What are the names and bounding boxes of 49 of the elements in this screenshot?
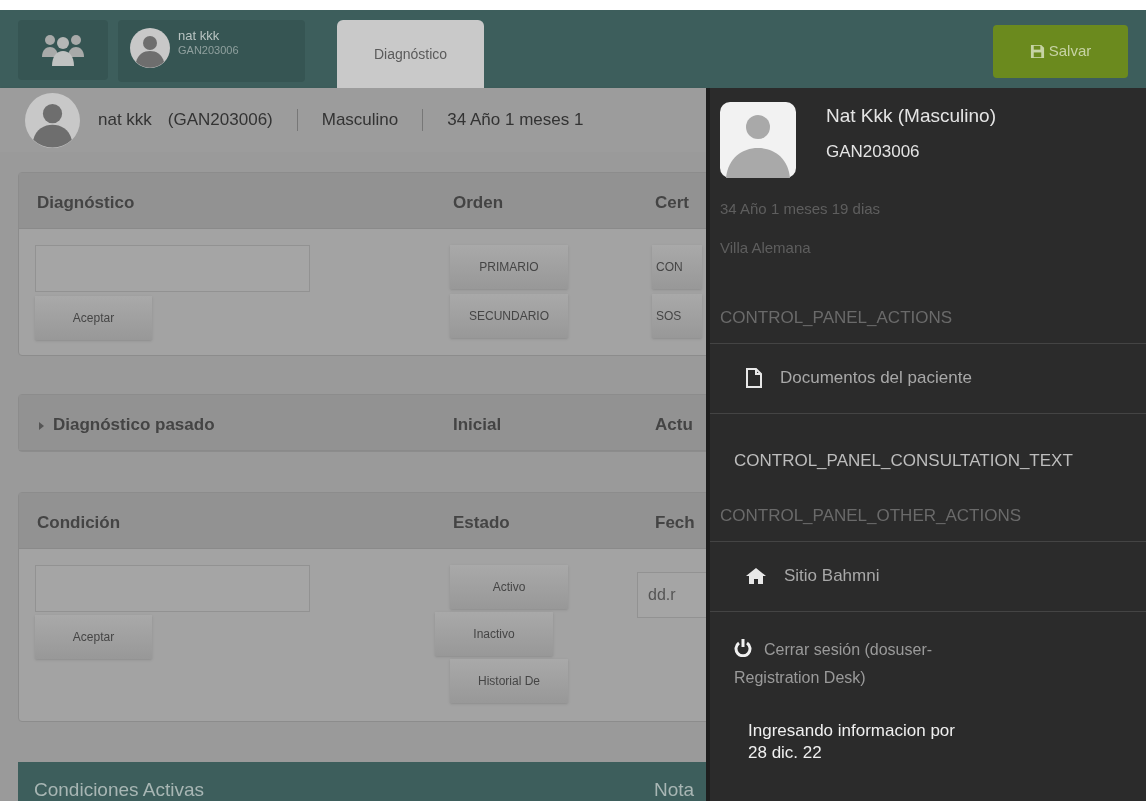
column-header: Condición xyxy=(37,512,121,534)
column-header: Inicial xyxy=(453,414,502,436)
patients-button[interactable] xyxy=(18,20,108,80)
avatar-icon xyxy=(25,92,80,148)
column-header: Actu xyxy=(655,414,693,436)
section-heading: CONTROL_PANEL_ACTIONS xyxy=(720,308,953,327)
certainty-button[interactable]: SOS xyxy=(652,294,702,338)
save-button[interactable]: Salvar xyxy=(993,25,1128,78)
column-header: Cert xyxy=(655,192,689,214)
tab[interactable]: Diagnóstico xyxy=(337,20,484,88)
patient-id: GAN203006 xyxy=(826,140,921,163)
order-button[interactable]: PRIMARIO xyxy=(450,245,568,289)
certainty-button[interactable]: CON xyxy=(652,245,702,289)
order-button[interactable]: SECUNDARIO xyxy=(450,294,568,338)
status-button[interactable]: Activo xyxy=(450,565,568,609)
section-title: Condiciones Activas xyxy=(34,778,205,801)
patient-name: nat kkk xyxy=(178,28,220,45)
patient-name: nat kkk xyxy=(98,109,152,132)
column-header: Estado xyxy=(453,512,510,534)
status-button[interactable]: Inactivo xyxy=(435,612,553,656)
column-header: Orden xyxy=(453,192,504,214)
info-text: Ingresando informacion por xyxy=(748,719,956,742)
patient-id: GAN203006 xyxy=(178,44,239,58)
info-text: 28 dic. 22 xyxy=(748,741,823,764)
patient-name: Nat Kkk (Masculino) xyxy=(826,104,996,128)
avatar-icon xyxy=(720,102,796,178)
past-diagnosis-panel[interactable]: Diagnóstico pasado Inicial Actu xyxy=(18,394,706,452)
section-heading: CONTROL_PANEL_OTHER_ACTIONS xyxy=(720,506,1022,525)
accept-button[interactable]: Aceptar xyxy=(35,296,152,340)
home-icon xyxy=(746,568,766,584)
menu-link[interactable]: Documentos del paciente xyxy=(746,365,972,391)
patient-button[interactable]: nat kkk GAN203006 xyxy=(118,20,305,82)
date-field[interactable]: dd.r xyxy=(637,572,706,618)
people-icon xyxy=(40,33,86,67)
menu-link[interactable]: Cerrar sesión (dosuser-Registration Desk) xyxy=(734,635,974,692)
status-button[interactable]: Historial De xyxy=(450,659,568,703)
gender-label: Masculino xyxy=(321,109,399,132)
age-label: 34 Año 1 meses 1 xyxy=(447,109,584,132)
power-icon xyxy=(734,638,752,657)
column-header: Diagnóstico xyxy=(37,192,135,214)
patient-id: (GAN203006) xyxy=(167,109,273,132)
column-header: Diagnóstico pasado xyxy=(37,412,215,438)
avatar-icon xyxy=(130,28,170,68)
consultation-text: CONTROL_PANEL_CONSULTATION_TEXT xyxy=(734,450,1073,470)
menu-link[interactable]: Sitio Bahmni xyxy=(746,563,880,589)
column-header: Nota xyxy=(654,778,695,801)
accept-button[interactable]: Aceptar xyxy=(35,615,152,659)
column-header: Fech xyxy=(655,512,695,534)
document-icon xyxy=(746,368,762,388)
